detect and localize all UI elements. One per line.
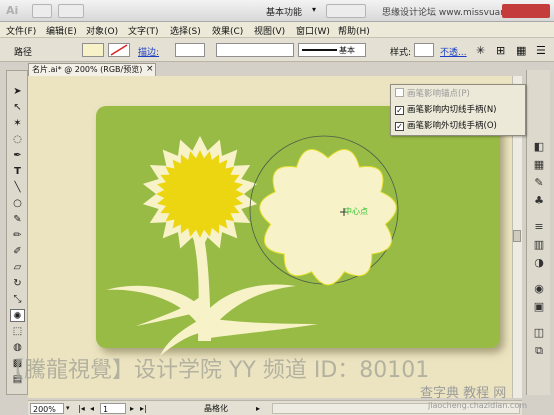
- scroll-thumb[interactable]: [513, 230, 521, 242]
- menu-edit[interactable]: 编辑(E): [46, 24, 77, 37]
- bridge-button[interactable]: [32, 4, 52, 18]
- rotate-tool-icon[interactable]: ↻: [10, 277, 25, 290]
- blob-brush-tool-icon[interactable]: ✐: [10, 245, 25, 258]
- object-type-label: 路径: [14, 48, 33, 58]
- workspace-switcher[interactable]: 基本功能: [266, 5, 302, 18]
- watermark-bottom: 【騰龍視覺】设计学院 YY 频道 ID：80101: [2, 358, 430, 383]
- swatches-panel-icon[interactable]: ▦: [531, 158, 547, 172]
- zoom-field[interactable]: 200%: [30, 403, 64, 414]
- color-panel-icon[interactable]: ◧: [531, 140, 547, 154]
- current-tool-name: 晶格化: [204, 404, 228, 413]
- pencil-tool-icon[interactable]: ✏: [10, 229, 25, 242]
- gradient-panel-icon[interactable]: ▥: [531, 238, 547, 252]
- appearance-panel-icon[interactable]: ◉: [531, 282, 547, 296]
- last-page-icon[interactable]: ▸|: [140, 403, 147, 414]
- brush-definition-select[interactable]: 基本: [298, 43, 366, 57]
- brush-affects-menu: 画笔影响锚点(P) ✓ 画笔影响内切线手柄(N) ✓ 画笔影响外切线手柄(O): [390, 84, 526, 136]
- window-controls[interactable]: [502, 4, 550, 18]
- stroke-style-label: 基本: [339, 46, 355, 55]
- arrange-documents-button[interactable]: [58, 4, 84, 18]
- panel-menu-icon[interactable]: ☰: [536, 44, 546, 57]
- recolor-icon[interactable]: ✳: [476, 44, 485, 57]
- menu-item-out-tangent-handles[interactable]: ✓ 画笔影响外切线手柄(O): [395, 119, 497, 133]
- menu-window[interactable]: 窗口(W): [296, 24, 330, 37]
- scale-tool-icon[interactable]: ⤡: [10, 293, 25, 306]
- pen-tool-icon[interactable]: ✒: [10, 149, 25, 162]
- app-logo: Ai: [6, 4, 19, 17]
- control-bar: 路径 描边: 基本 样式: 不透... ✳ ⊞ ▦ ☰: [0, 38, 554, 62]
- menu-select[interactable]: 选择(S): [170, 24, 201, 37]
- checkbox-anchor-points[interactable]: [395, 88, 404, 97]
- paintbrush-tool-icon[interactable]: ✎: [10, 213, 25, 226]
- menu-type[interactable]: 文字(T): [128, 24, 159, 37]
- menu-view[interactable]: 视图(V): [254, 24, 285, 37]
- eraser-tool-icon[interactable]: ▱: [10, 261, 25, 274]
- search-field[interactable]: [326, 4, 366, 18]
- graphic-styles-panel-icon[interactable]: ▣: [531, 300, 547, 314]
- transform-icon[interactable]: ▦: [516, 44, 526, 57]
- checkbox-in-tangent-handles[interactable]: ✓: [395, 106, 404, 115]
- layers-panel-icon[interactable]: ◫: [531, 326, 547, 340]
- menu-effect[interactable]: 效果(C): [212, 24, 243, 37]
- free-transform-tool-icon[interactable]: ⬚: [10, 325, 25, 338]
- artboards-panel-icon[interactable]: ⧉: [531, 344, 547, 358]
- chevron-down-icon[interactable]: ▾: [312, 5, 316, 14]
- transparency-panel-icon[interactable]: ◑: [531, 256, 547, 270]
- brand-watermark: 查字典 教程 网: [420, 386, 507, 401]
- next-page-icon[interactable]: ▸: [130, 403, 134, 414]
- menu-file[interactable]: 文件(F): [6, 24, 36, 37]
- menu-bar: 文件(F) 编辑(E) 对象(O) 文字(T) 选择(S) 效果(C) 视图(V…: [0, 22, 554, 38]
- graphic-style-select[interactable]: [414, 43, 434, 57]
- brush-stroke-preview: [302, 49, 337, 51]
- close-icon[interactable]: ×: [146, 64, 154, 74]
- symbols-panel-icon[interactable]: ♣: [531, 194, 547, 208]
- stroke-swatch[interactable]: [108, 43, 130, 57]
- brand-url: jiaocheng.chazidian.com: [428, 401, 528, 410]
- stroke-panel-icon[interactable]: ≡: [531, 220, 547, 234]
- menu-item-in-tangent-handles[interactable]: ✓ 画笔影响内切线手柄(N): [395, 103, 497, 117]
- align-icon[interactable]: ⊞: [496, 44, 505, 57]
- crystallize-tool-icon[interactable]: ✺: [10, 309, 25, 322]
- lasso-tool-icon[interactable]: ◌: [10, 133, 25, 146]
- variable-width-profile[interactable]: [216, 43, 294, 57]
- direct-selection-tool-icon[interactable]: ↖: [10, 101, 25, 114]
- stroke-weight-select[interactable]: [175, 43, 205, 57]
- opacity-label[interactable]: 不透...: [440, 45, 467, 58]
- document-tab[interactable]: 名片.ai* @ 200% (RGB/预览): [28, 63, 156, 76]
- brushes-panel-icon[interactable]: ✎: [531, 176, 547, 190]
- tools-panel: ➤ ↖ ✶ ◌ ✒ T ╲ ○ ✎ ✏ ✐ ▱ ↻ ⤡ ✺ ⬚ ◍ ▩ ▤: [6, 70, 28, 395]
- line-tool-icon[interactable]: ╲: [10, 181, 25, 194]
- ellipse-tool-icon[interactable]: ○: [10, 197, 25, 210]
- checkbox-out-tangent-handles[interactable]: ✓: [395, 122, 404, 131]
- fill-swatch[interactable]: [82, 43, 104, 57]
- center-point-label: 中心点: [344, 207, 368, 216]
- magic-wand-tool-icon[interactable]: ✶: [10, 117, 25, 130]
- first-page-icon[interactable]: |◂: [78, 403, 85, 414]
- page-field[interactable]: 1: [100, 403, 126, 414]
- prev-page-icon[interactable]: ◂: [90, 403, 94, 414]
- chevron-down-icon[interactable]: ▾: [66, 403, 70, 414]
- type-tool-icon[interactable]: T: [10, 165, 25, 178]
- no-stroke-icon: [110, 44, 128, 56]
- title-bar: Ai 基本功能 ▾ 思缘设计论坛 www.missvuan.com: [0, 0, 554, 22]
- stroke-label[interactable]: 描边:: [138, 45, 159, 58]
- style-label: 样式:: [390, 48, 412, 58]
- selection-tool-icon[interactable]: ➤: [10, 85, 25, 98]
- status-menu-icon[interactable]: ▸: [256, 403, 260, 414]
- menu-item-anchor-points[interactable]: 画笔影响锚点(P): [395, 87, 470, 101]
- right-panel-dock: ◧ ▦ ✎ ♣ ≡ ▥ ◑ ◉ ▣ ◫ ⧉: [526, 70, 550, 395]
- menu-help[interactable]: 帮助(H): [338, 24, 370, 37]
- menu-object[interactable]: 对象(O): [86, 24, 118, 37]
